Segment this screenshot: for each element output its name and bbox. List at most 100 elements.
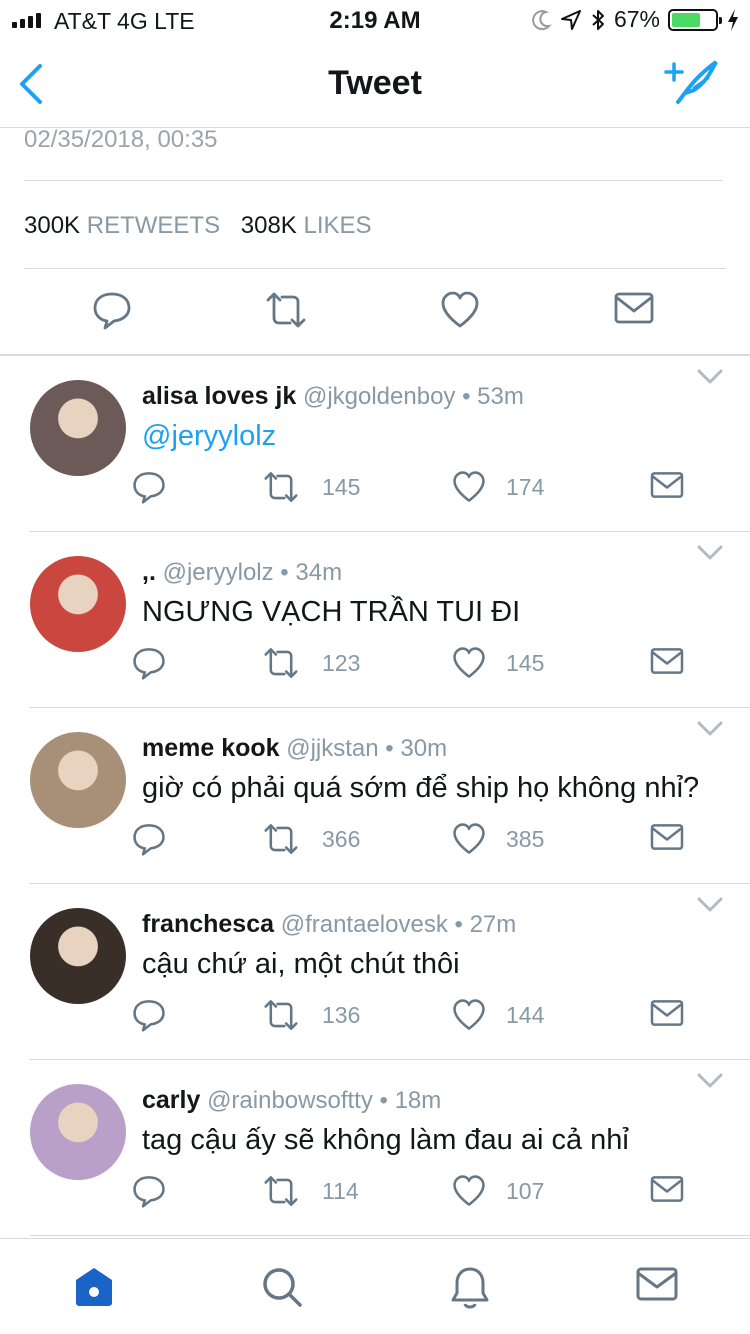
reply-actions: 136 144 — [0, 998, 750, 1034]
tweet-actions — [0, 290, 750, 334]
reply-text: tag cậu ấy sẽ không làm đau ai cả nhỉ — [142, 1124, 629, 1156]
chevron-down-icon[interactable] — [696, 720, 724, 738]
chevron-down-icon[interactable] — [696, 1072, 724, 1090]
reply-icon[interactable] — [132, 646, 166, 680]
dot-separator: • — [447, 911, 470, 938]
retweets-label[interactable]: RETWEETS — [87, 212, 220, 239]
dot-separator: • — [273, 559, 296, 586]
like-heart-icon[interactable] — [440, 290, 480, 330]
reply-time: 34m — [295, 559, 343, 586]
search-icon[interactable] — [260, 1265, 304, 1309]
user-handle[interactable]: @jkgoldenboy — [303, 383, 455, 410]
bluetooth-icon — [592, 9, 604, 30]
direct-message-icon[interactable] — [650, 822, 684, 852]
reply-text: giờ có phải quá sớm để ship họ không nhỉ… — [142, 772, 700, 804]
retweet-icon[interactable] — [262, 646, 300, 680]
tab-bar — [0, 1238, 750, 1334]
reply-header: alisa loves jk @jkgoldenboy • 53m — [142, 382, 524, 411]
battery-level-fill — [672, 12, 701, 27]
display-name[interactable]: franchesca — [142, 910, 274, 938]
retweet-icon[interactable] — [262, 1174, 300, 1208]
reply-text: NGƯNG VẠCH TRẦN TUI ĐI — [142, 596, 521, 628]
battery-percent: 67% — [613, 6, 660, 32]
reply-tweet[interactable]: alisa loves jk @jkgoldenboy • 53m @jeryyl… — [0, 356, 750, 532]
notifications-icon[interactable] — [450, 1265, 490, 1311]
direct-message-icon[interactable] — [650, 998, 684, 1028]
like-count: 385 — [506, 826, 545, 852]
dot-separator: • — [378, 735, 401, 762]
like-heart-icon[interactable] — [452, 470, 486, 504]
reply-actions: 366 385 — [0, 822, 750, 858]
reply-header: ,. @jeryylolz • 34m — [142, 558, 342, 587]
reply-icon[interactable] — [92, 290, 132, 330]
retweet-count: 145 — [322, 474, 361, 500]
reply-time: 27m — [469, 911, 517, 938]
retweets-count[interactable]: 300K — [24, 212, 80, 239]
page-title: Tweet — [328, 64, 422, 102]
like-heart-icon[interactable] — [452, 822, 486, 856]
chevron-down-icon[interactable] — [696, 896, 724, 914]
reply-header: franchesca @frantaelovesk • 27m — [142, 910, 516, 939]
divider — [30, 1235, 750, 1236]
retweet-icon[interactable] — [264, 290, 308, 330]
like-count: 107 — [506, 1178, 545, 1204]
user-handle[interactable]: @rainbowsoftty — [207, 1087, 373, 1114]
home-icon[interactable] — [72, 1265, 116, 1309]
reply-tweet[interactable]: carly @rainbowsoftty • 18m tag cậu ấy sẽ … — [0, 1060, 750, 1236]
avatar[interactable] — [30, 732, 126, 828]
dot-separator: • — [372, 1087, 395, 1114]
user-handle[interactable]: @jjkstan — [286, 735, 378, 762]
avatar[interactable] — [30, 556, 126, 652]
like-count: 145 — [506, 650, 545, 676]
do-not-disturb-icon — [532, 9, 552, 30]
compose-tweet-icon[interactable] — [664, 58, 720, 106]
navigation-bar: Tweet — [0, 40, 750, 128]
status-bar: AT&T 4G LTE 2:19 AM 67% — [0, 0, 750, 40]
display-name[interactable]: alisa loves jk — [142, 382, 296, 410]
display-name[interactable]: meme kook — [142, 734, 280, 762]
direct-message-icon[interactable] — [614, 290, 654, 326]
reply-text[interactable]: @jeryylolz — [142, 420, 276, 453]
divider — [24, 180, 722, 181]
display-name[interactable]: ,. — [142, 558, 156, 586]
like-heart-icon[interactable] — [452, 998, 486, 1032]
dot-separator: • — [455, 383, 478, 410]
direct-message-icon[interactable] — [650, 1174, 684, 1204]
reply-actions: 114 107 — [0, 1174, 750, 1210]
retweet-count: 123 — [322, 650, 361, 676]
reply-tweet[interactable]: meme kook @jjkstan • 30m giờ có phải quá … — [0, 708, 750, 884]
like-heart-icon[interactable] — [452, 646, 486, 680]
reply-actions: 145 174 — [0, 470, 750, 506]
user-handle[interactable]: @jeryylolz — [163, 559, 274, 586]
reply-actions: 123 145 — [0, 646, 750, 682]
reply-tweet[interactable]: ,. @jeryylolz • 34m NGƯNG VẠCH TRẦN TUI Đ… — [0, 532, 750, 708]
messages-icon[interactable] — [636, 1265, 678, 1303]
avatar[interactable] — [30, 908, 126, 1004]
retweet-icon[interactable] — [262, 470, 300, 504]
reply-tweet[interactable]: franchesca @frantaelovesk • 27m cậu chứ a… — [0, 884, 750, 1060]
direct-message-icon[interactable] — [650, 646, 684, 676]
reply-icon[interactable] — [132, 822, 166, 856]
battery-icon — [668, 8, 722, 31]
like-count: 174 — [506, 474, 545, 500]
reply-header: carly @rainbowsoftty • 18m — [142, 1086, 441, 1115]
retweet-icon[interactable] — [262, 998, 300, 1032]
user-handle[interactable]: @frantaelovesk — [281, 911, 448, 938]
retweet-icon[interactable] — [262, 822, 300, 856]
avatar[interactable] — [30, 380, 126, 476]
likes-label[interactable]: LIKES — [303, 212, 371, 239]
status-right: 67% — [532, 6, 740, 33]
chevron-down-icon[interactable] — [696, 368, 724, 386]
reply-icon[interactable] — [132, 998, 166, 1032]
reply-icon[interactable] — [132, 470, 166, 504]
like-count: 144 — [506, 1002, 545, 1028]
chevron-down-icon[interactable] — [696, 544, 724, 562]
like-heart-icon[interactable] — [452, 1174, 486, 1208]
avatar[interactable] — [30, 1084, 126, 1180]
retweet-count: 114 — [322, 1178, 359, 1204]
display-name[interactable]: carly — [142, 1086, 200, 1114]
retweet-count: 366 — [322, 826, 361, 852]
likes-count[interactable]: 308K — [241, 212, 297, 239]
direct-message-icon[interactable] — [650, 470, 684, 500]
reply-icon[interactable] — [132, 1174, 166, 1208]
